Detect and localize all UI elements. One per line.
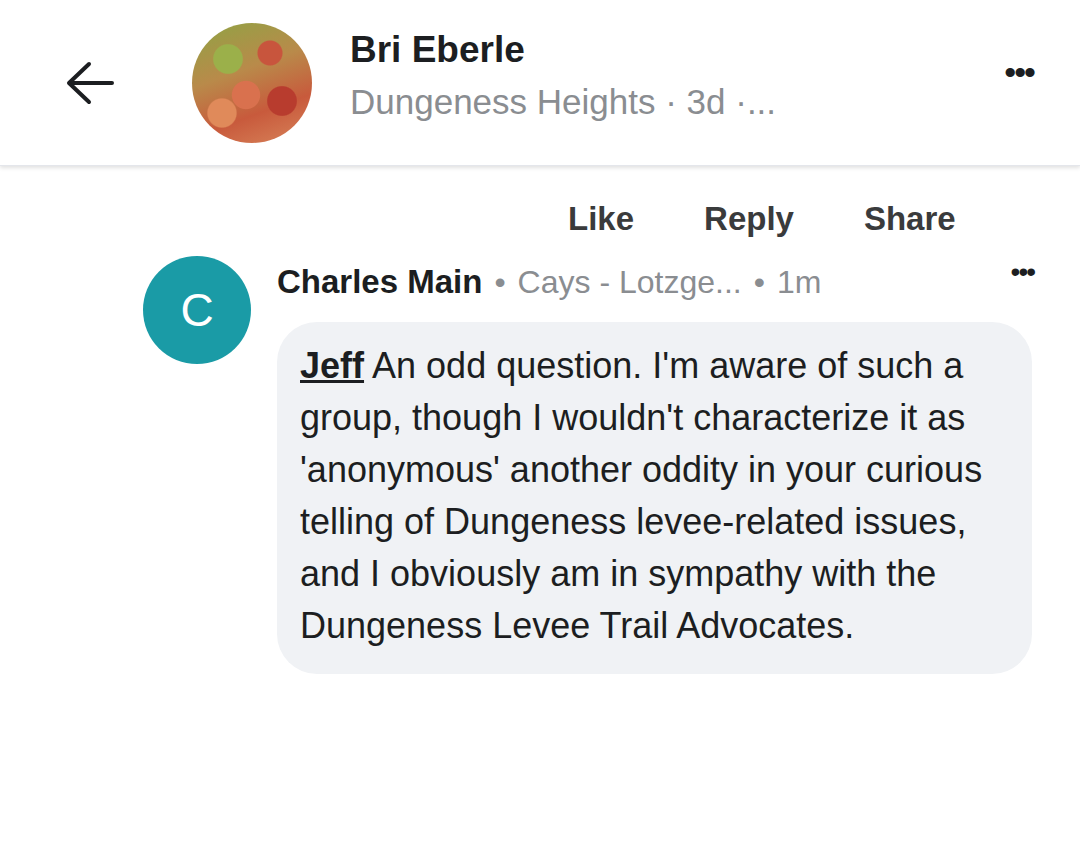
comment-text: An odd question. I'm aware of such a gro… [300, 345, 982, 646]
back-button[interactable] [62, 55, 118, 111]
comment-time: 1m [777, 264, 821, 301]
action-button[interactable]: Like [568, 198, 634, 240]
comment: C Charles Main • Cays - Lotzge... • 1m ••• Jeff… [0, 240, 1080, 674]
post-header: Bri EberleDungeness Heights · 3d ·...••• [0, 0, 1080, 166]
comment-author[interactable]: Charles Main [277, 263, 482, 301]
post-actions: Like Reply Share [0, 166, 1080, 240]
comment-page: Bri EberleDungeness Heights · 3d ·...•••… [0, 0, 1080, 858]
comment-body: Charles Main • Cays - Lotzge... • 1m ••• Jeff … [277, 252, 1040, 674]
comment-menu-button[interactable]: ••• [1005, 256, 1040, 288]
poster-info: Bri EberleDungeness Heights · 3d ·... [350, 24, 998, 128]
post-meta: Dungeness Heights · 3d ·... [350, 76, 998, 128]
comment-bubble: Jeff An odd question. I'm aware of such … [277, 322, 1032, 674]
meta-separator: • [494, 264, 505, 301]
back-arrow-icon [65, 61, 115, 105]
poster-name[interactable]: Bri Eberle [350, 24, 998, 76]
poster-avatar[interactable] [192, 23, 312, 143]
commenter-avatar[interactable]: C [143, 256, 251, 364]
comment-group: Cays - Lotzge... [518, 264, 742, 301]
meta-separator: • [754, 264, 765, 301]
action-button[interactable]: Share [864, 198, 956, 240]
action-button[interactable]: Reply [704, 198, 794, 240]
mention-link[interactable]: Jeff [300, 345, 364, 386]
comment-meta: Charles Main • Cays - Lotzge... • 1m ••• [277, 252, 1040, 312]
header-menu-button[interactable]: ••• [998, 53, 1040, 92]
